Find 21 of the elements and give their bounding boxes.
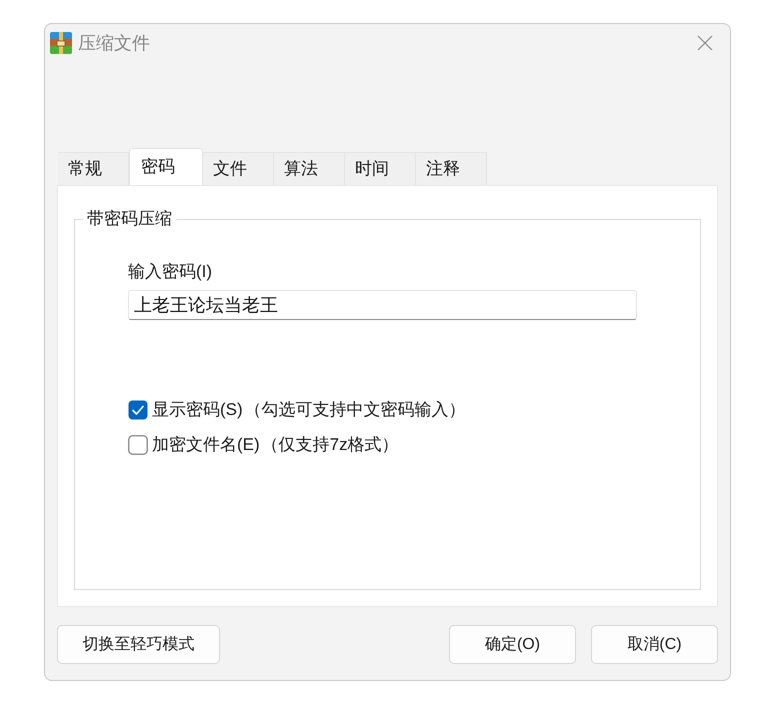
- tab[interactable]: 算法: [274, 152, 345, 185]
- checkbox[interactable]: [128, 435, 148, 455]
- checkbox[interactable]: [128, 400, 148, 420]
- stacked-books-icon: [50, 32, 72, 54]
- hint-text: （勾选可支持中文密码输入）: [244, 399, 466, 421]
- checkbox-label[interactable]: 显示密码(S): [152, 399, 243, 421]
- cancel-button[interactable]: 取消(C): [591, 625, 718, 664]
- hint-text: （仅支持7z格式）: [262, 434, 399, 456]
- tab[interactable]: 常规: [58, 152, 129, 185]
- ok-button[interactable]: 确定(O): [449, 625, 576, 664]
- tab[interactable]: 文件: [203, 152, 274, 185]
- tab[interactable]: 密码: [129, 148, 203, 185]
- group-title: 带密码压缩: [86, 208, 173, 230]
- field-label: 输入密码(I): [128, 261, 212, 283]
- close-icon[interactable]: [697, 35, 713, 51]
- window-title: 压缩文件: [78, 32, 150, 54]
- password-field[interactable]: 上老王论坛当老王: [128, 290, 637, 320]
- tab[interactable]: 时间: [345, 152, 416, 185]
- tab[interactable]: 注释: [416, 152, 487, 185]
- mode-switch-button[interactable]: 切换至轻巧模式: [57, 625, 220, 664]
- checkbox-label[interactable]: 加密文件名(E): [152, 434, 260, 456]
